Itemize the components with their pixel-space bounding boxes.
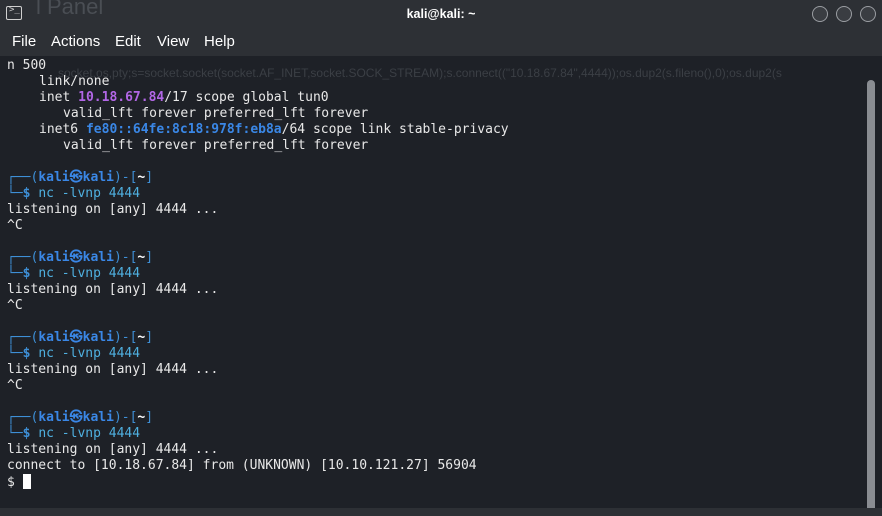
minimize-button[interactable] — [812, 6, 828, 22]
menu-edit[interactable]: Edit — [115, 33, 141, 50]
maximize-button[interactable] — [836, 6, 852, 22]
output-line: ^C — [7, 378, 23, 393]
output-line: listening on [any] 4444 ... — [7, 362, 219, 377]
shell-prompt-line[interactable]: $ — [7, 474, 867, 490]
prompt-header: ┌──(kali㉿kali)-[~] — [7, 330, 154, 345]
output-line: valid_lft forever preferred_lft forever — [63, 138, 369, 153]
terminal-output[interactable]: socket,os,pty;s=socket.socket(socket.AF_… — [0, 56, 882, 516]
menu-help[interactable]: Help — [204, 33, 235, 50]
prompt-header: ┌──(kali㉿kali)-[~] — [7, 410, 154, 425]
command-line: └─$ nc -lvnp 4444 — [7, 186, 141, 201]
prompt-header: ┌──(kali㉿kali)-[~] — [7, 170, 154, 185]
inet6-address: fe80::64fe:8c18:978f:eb8a — [85, 122, 282, 137]
menu-actions[interactable]: Actions — [51, 33, 100, 50]
output-line: listening on [any] 4444 ... — [7, 202, 219, 217]
terminal-window: l Panel >_ kali@kali: ~ File Actions Edi… — [0, 0, 882, 516]
output-line: listening on [any] 4444 ... — [7, 282, 219, 297]
output-line: n 500 — [7, 58, 47, 73]
text-cursor — [22, 474, 31, 489]
output-line: valid_lft forever preferred_lft forever — [63, 106, 369, 121]
connect-line: connect to [10.18.67.84] from (UNKNOWN) … — [7, 458, 477, 473]
menu-bar: File Actions Edit View Help — [0, 30, 882, 56]
output-line: ^C — [7, 218, 23, 233]
output-line: link/none — [39, 74, 110, 89]
output-line: inet6 fe80::64fe:8c18:978f:eb8a/64 scope… — [39, 122, 509, 137]
close-button[interactable] — [860, 6, 876, 22]
title-bar[interactable]: l Panel >_ kali@kali: ~ — [0, 0, 882, 30]
menu-view[interactable]: View — [157, 33, 189, 50]
scrollbar[interactable] — [867, 80, 875, 512]
output-line: inet 10.18.67.84/17 scope global tun0 — [39, 90, 329, 105]
menu-file[interactable]: File — [12, 33, 36, 50]
command-line: └─$ nc -lvnp 4444 — [7, 346, 141, 361]
prompt-header: ┌──(kali㉿kali)-[~] — [7, 250, 154, 265]
output-line: listening on [any] 4444 ... — [7, 442, 219, 457]
command-line: └─$ nc -lvnp 4444 — [7, 426, 141, 441]
shell-prompt: $ — [7, 475, 15, 490]
window-bottom-edge — [0, 508, 882, 516]
inet-address: 10.18.67.84 — [78, 90, 165, 105]
command-line: └─$ nc -lvnp 4444 — [7, 266, 141, 281]
output-line: ^C — [7, 298, 23, 313]
window-title: kali@kali: ~ — [406, 7, 476, 21]
